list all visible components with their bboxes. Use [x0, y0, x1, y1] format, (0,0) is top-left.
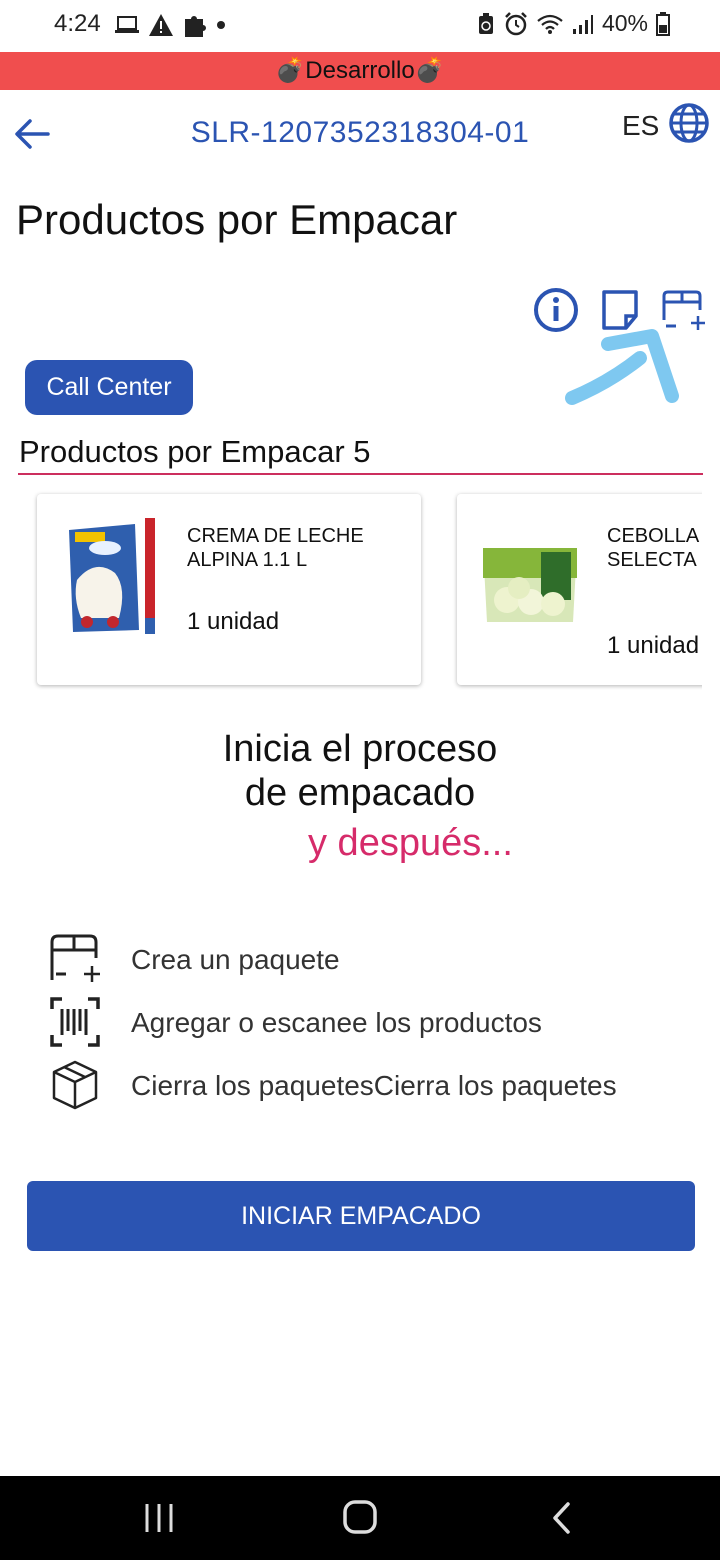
products-section-heading: Productos por Empacar 5 — [19, 434, 371, 469]
home-icon[interactable] — [335, 1496, 385, 1540]
prompt-line-1: Inicia el proceso — [222, 728, 498, 770]
wifi-icon — [537, 14, 563, 34]
product-image — [69, 518, 155, 634]
battery-icon — [656, 11, 670, 36]
barcode-scan-icon — [50, 997, 100, 1047]
step-label: Crea un paquete — [131, 944, 340, 975]
step-close-packages: Cierra los paquetesCierra los paquetes — [48, 1058, 688, 1114]
status-bar: 4:24 40% — [0, 0, 720, 52]
prompt-line-2: de empacado — [244, 772, 476, 814]
laptop-icon — [115, 16, 139, 33]
call-center-button[interactable]: Call Center — [25, 360, 193, 415]
product-name: CEBOLLA BLANCA SELECTA GIRALDA — [607, 525, 702, 571]
page-title: Productos por Empacar — [16, 196, 458, 243]
product-carousel[interactable]: CREMA DE LECHE ALPINA 1.1 L 1 unidad CEB… — [0, 490, 702, 690]
package-add-icon — [50, 934, 100, 982]
step-create-package: Crea un paquete — [48, 932, 688, 988]
back-icon[interactable] — [538, 1496, 588, 1540]
app-header: SLR-1207352318304-01 ES — [0, 90, 720, 180]
warning-icon — [149, 14, 173, 36]
annotation-arrow — [565, 329, 679, 405]
product-image — [483, 548, 577, 622]
box-icon — [52, 1060, 98, 1110]
language-code[interactable]: ES — [622, 110, 659, 142]
system-nav-bar — [0, 1476, 720, 1560]
alarm-icon — [505, 11, 527, 35]
step-label: Cierra los paquetesCierra los paquetes — [131, 1070, 617, 1101]
prompt-accent: y después... — [308, 822, 513, 864]
step-label: Agregar o escanee los productos — [131, 1007, 542, 1038]
signal-icon — [572, 14, 593, 34]
step-scan-products: Agregar o escanee los productos — [48, 995, 688, 1051]
product-card[interactable]: CREMA DE LECHE ALPINA 1.1 L 1 unidad — [37, 494, 421, 685]
product-card[interactable]: CEBOLLA BLANCA SELECTA GIRALDA 1 unidad — [457, 494, 702, 685]
product-quantity: 1 unidad — [187, 608, 280, 635]
globe-icon[interactable] — [668, 102, 710, 144]
order-id-title: SLR-1207352318304-01 — [190, 116, 530, 149]
start-packing-button[interactable]: INICIAR EMPACADO — [27, 1181, 695, 1251]
dev-environment-banner: 💣Desarrollo💣 — [0, 52, 720, 90]
puzzle-icon — [185, 16, 206, 37]
recycle-icon — [478, 12, 493, 34]
status-time: 4:24 — [54, 10, 101, 37]
recent-apps-icon[interactable] — [134, 1496, 184, 1540]
section-divider — [18, 473, 703, 475]
dot-icon — [217, 21, 225, 29]
product-quantity: 1 unidad — [607, 632, 700, 659]
battery-percent: 40% — [601, 10, 648, 36]
product-name: CREMA DE LECHE ALPINA 1.1 L — [187, 525, 364, 571]
